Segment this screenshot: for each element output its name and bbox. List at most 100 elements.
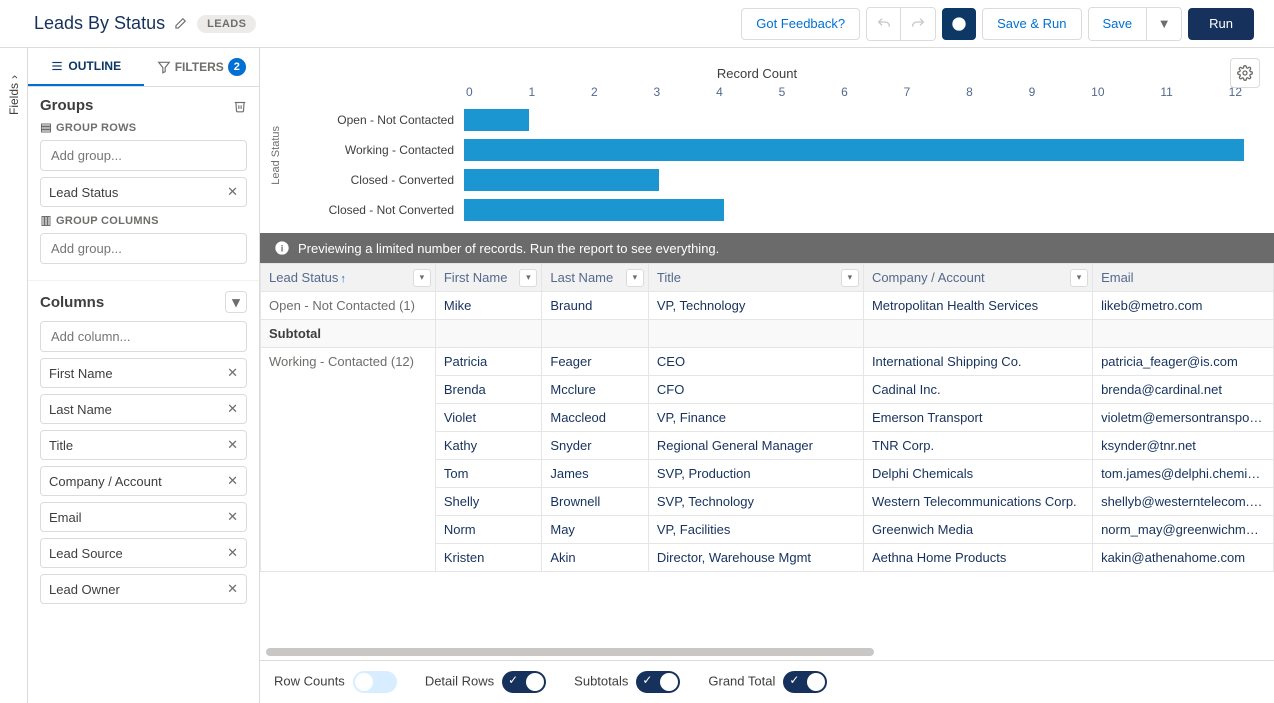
grand-total-toggle[interactable] (783, 671, 827, 693)
data-cell: CEO (648, 348, 863, 376)
add-group-row-input[interactable] (40, 140, 247, 171)
data-cell: CFO (648, 376, 863, 404)
remove-icon[interactable]: ✕ (227, 184, 238, 200)
row-counts-label: Row Counts (274, 673, 345, 688)
columns-section: Columns ▾ First Name✕ Last Name✕ Title✕ Com… (28, 281, 259, 620)
report-content: Record Count Lead Status 012345678910111… (260, 48, 1274, 703)
th-lead-status[interactable]: Lead Status↑▾ (261, 264, 436, 292)
horizontal-scrollbar[interactable] (260, 648, 1274, 660)
chart-toggle-button[interactable] (942, 8, 976, 40)
detail-rows-label: Detail Rows (425, 673, 494, 688)
remove-icon[interactable]: ✕ (227, 581, 238, 597)
th-title[interactable]: Title▾ (648, 264, 863, 292)
bar-fill[interactable] (464, 139, 1244, 161)
x-tick: 5 (779, 85, 786, 99)
feedback-button[interactable]: Got Feedback? (741, 8, 860, 40)
column-pill[interactable]: Lead Owner✕ (40, 574, 247, 604)
chart-x-ticks: 0123456789101112 (284, 85, 1244, 99)
data-cell: brenda@cardinal.net (1093, 376, 1274, 404)
preview-banner-text: Previewing a limited number of records. … (298, 241, 719, 256)
bar-fill[interactable] (464, 169, 659, 191)
save-dropdown-button[interactable]: ▼ (1147, 8, 1181, 40)
data-cell: likeb@metro.com (1093, 292, 1274, 320)
x-tick: 2 (591, 85, 598, 99)
data-cell: norm_may@greenwichmedia.com (1093, 516, 1274, 544)
save-and-run-button[interactable]: Save & Run (982, 8, 1081, 40)
columns-heading: Columns (40, 294, 104, 311)
group-columns-label: GROUP COLUMNS (40, 215, 247, 227)
column-pill[interactable]: Title✕ (40, 430, 247, 460)
column-pill[interactable]: Email✕ (40, 502, 247, 532)
redo-button[interactable] (901, 8, 935, 40)
remove-icon[interactable]: ✕ (227, 401, 238, 417)
data-cell: TNR Corp. (863, 432, 1092, 460)
report-table: Lead Status↑▾ First Name▾ Last Name▾ Tit… (260, 263, 1274, 572)
subtotals-toggle[interactable] (636, 671, 680, 693)
groups-section: Groups GROUP ROWS Lead Status✕ GROUP COL… (28, 87, 259, 281)
th-company[interactable]: Company / Account▾ (863, 264, 1092, 292)
data-cell: kakin@athenahome.com (1093, 544, 1274, 572)
column-pill[interactable]: First Name✕ (40, 358, 247, 388)
run-button[interactable]: Run (1188, 8, 1254, 40)
chart-settings-button[interactable] (1230, 58, 1260, 88)
column-pill[interactable]: Lead Source✕ (40, 538, 247, 568)
row-counts-toggle[interactable] (353, 671, 397, 693)
edit-title-icon[interactable] (173, 17, 187, 31)
th-email[interactable]: Email (1093, 264, 1274, 292)
data-cell: Emerson Transport (863, 404, 1092, 432)
chart-panel: Record Count Lead Status 012345678910111… (260, 48, 1274, 233)
clear-groups-icon[interactable] (233, 99, 247, 113)
x-tick: 10 (1091, 85, 1104, 99)
column-pill[interactable]: Last Name✕ (40, 394, 247, 424)
bar-category-label: Closed - Converted (284, 173, 464, 187)
add-column-input[interactable] (40, 321, 247, 352)
report-header: Leads By Status LEADS Got Feedback? Save… (0, 0, 1274, 48)
chart-bar-row: Closed - Not Converted (284, 195, 1244, 225)
data-cell: patricia_feager@is.com (1093, 348, 1274, 376)
chart-title: Record Count (270, 66, 1244, 81)
subtotal-row: Subtotal (261, 320, 1274, 348)
save-group: Save ▼ (1088, 7, 1183, 41)
data-cell: Violet (435, 404, 542, 432)
fields-panel-toggle[interactable]: Fields › (0, 48, 28, 703)
remove-icon[interactable]: ✕ (227, 545, 238, 561)
data-cell: James (542, 460, 649, 488)
x-tick: 3 (654, 85, 661, 99)
th-menu-icon[interactable]: ▾ (519, 269, 537, 287)
remove-icon[interactable]: ✕ (227, 365, 238, 381)
tab-outline[interactable]: OUTLINE (28, 48, 144, 86)
column-pill[interactable]: Company / Account✕ (40, 466, 247, 496)
remove-icon[interactable]: ✕ (227, 437, 238, 453)
remove-icon[interactable]: ✕ (227, 509, 238, 525)
th-menu-icon[interactable]: ▾ (413, 269, 431, 287)
add-group-column-input[interactable] (40, 233, 247, 264)
data-cell: Shelly (435, 488, 542, 516)
group-row-pill[interactable]: Lead Status✕ (40, 177, 247, 207)
data-cell: Cadinal Inc. (863, 376, 1092, 404)
detail-rows-toggle[interactable] (502, 671, 546, 693)
save-button[interactable]: Save (1089, 8, 1148, 40)
columns-menu-button[interactable]: ▾ (225, 291, 247, 313)
bar-fill[interactable] (464, 199, 724, 221)
data-cell: Metropolitan Health Services (863, 292, 1092, 320)
remove-icon[interactable]: ✕ (227, 473, 238, 489)
data-cell: Greenwich Media (863, 516, 1092, 544)
th-menu-icon[interactable]: ▾ (626, 269, 644, 287)
chart-bar-row: Working - Contacted (284, 135, 1244, 165)
data-cell: SVP, Technology (648, 488, 863, 516)
chart-y-axis-label: Lead Status (270, 126, 282, 185)
th-menu-icon[interactable]: ▾ (1070, 269, 1088, 287)
data-cell: shellyb@westerntelecom.com (1093, 488, 1274, 516)
th-first-name[interactable]: First Name▾ (435, 264, 542, 292)
x-tick: 8 (966, 85, 973, 99)
data-cell: Kristen (435, 544, 542, 572)
undo-button[interactable] (867, 8, 901, 40)
tab-filters[interactable]: FILTERS 2 (144, 48, 260, 86)
th-menu-icon[interactable]: ▾ (841, 269, 859, 287)
data-cell: Regional General Manager (648, 432, 863, 460)
data-cell: Tom (435, 460, 542, 488)
th-last-name[interactable]: Last Name▾ (542, 264, 649, 292)
data-cell: violetm@emersontransport.com (1093, 404, 1274, 432)
sidebar-tabs: OUTLINE FILTERS 2 (28, 48, 259, 87)
bar-fill[interactable] (464, 109, 529, 131)
